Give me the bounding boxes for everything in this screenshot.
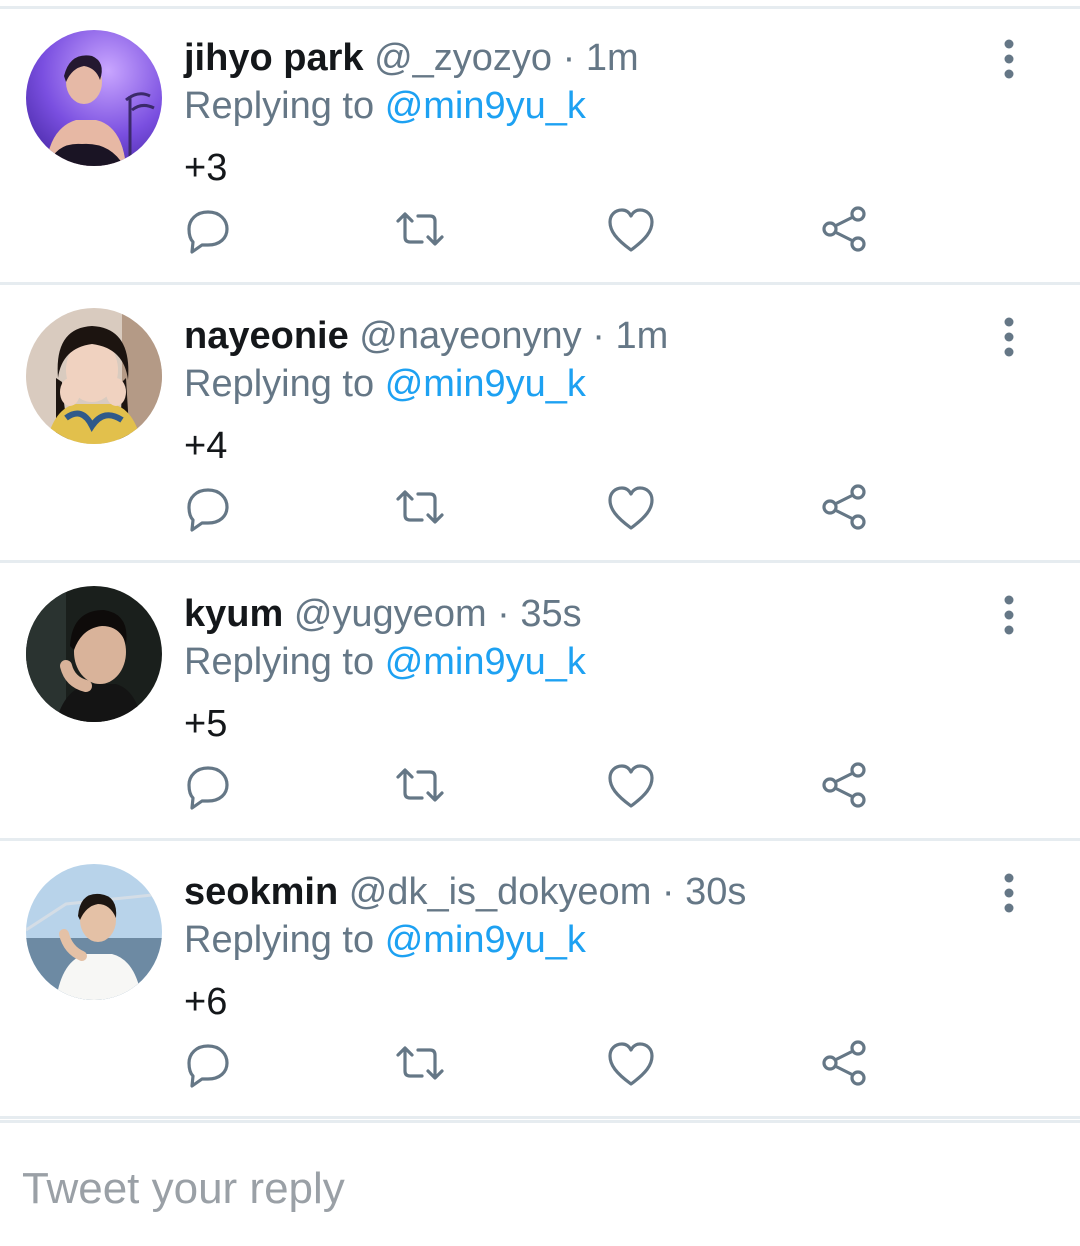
tweet-item[interactable]: kyum @yugyeom · 35s Replying to @min9yu_…: [0, 565, 1080, 841]
tweet-text: +5: [184, 703, 228, 745]
reply-icon[interactable]: [178, 199, 238, 259]
more-options-icon[interactable]: [992, 593, 1026, 639]
retweet-icon[interactable]: [390, 755, 450, 815]
user-handle[interactable]: @yugyeom: [294, 593, 487, 635]
tweet-actions: [0, 755, 1080, 819]
avatar[interactable]: [26, 308, 162, 444]
tweet-header: kyum @yugyeom · 35s: [184, 591, 582, 637]
tweet-header: seokmin @dk_is_dokyeom · 30s: [184, 869, 746, 915]
replying-to-label: Replying to: [184, 363, 375, 405]
timestamp[interactable]: 30s: [685, 871, 746, 913]
replying-to: Replying to @min9yu_k: [184, 639, 586, 685]
replying-to-label: Replying to: [184, 85, 375, 127]
retweet-icon[interactable]: [390, 199, 450, 259]
tweet-actions: [0, 477, 1080, 541]
mention-link[interactable]: @min9yu_k: [385, 363, 586, 405]
share-icon[interactable]: [814, 199, 874, 259]
more-options-icon[interactable]: [992, 315, 1026, 361]
display-name[interactable]: kyum: [184, 593, 283, 635]
tweet-actions: [0, 1033, 1080, 1097]
separator: ·: [562, 37, 576, 79]
display-name[interactable]: jihyo park: [184, 37, 364, 79]
replying-to: Replying to @min9yu_k: [184, 361, 586, 407]
like-icon[interactable]: [601, 199, 661, 259]
like-icon[interactable]: [601, 1033, 661, 1093]
user-handle[interactable]: @dk_is_dokyeom: [349, 871, 652, 913]
share-icon[interactable]: [814, 477, 874, 537]
separator: ·: [661, 871, 675, 913]
mention-link[interactable]: @min9yu_k: [385, 919, 586, 961]
user-handle[interactable]: @nayeonyny: [359, 315, 581, 357]
reply-icon[interactable]: [178, 477, 238, 537]
share-icon[interactable]: [814, 755, 874, 815]
avatar[interactable]: [26, 586, 162, 722]
tweet-text: +6: [184, 981, 228, 1023]
like-icon[interactable]: [601, 755, 661, 815]
tweet-actions: [0, 199, 1080, 263]
timestamp[interactable]: 1m: [586, 37, 639, 79]
timestamp[interactable]: 35s: [520, 593, 581, 635]
reply-composer: [0, 1120, 1080, 1246]
mention-link[interactable]: @min9yu_k: [385, 641, 586, 683]
separator: ·: [592, 315, 605, 357]
tweet-header: jihyo park @_zyozyo · 1m: [184, 35, 639, 81]
more-options-icon[interactable]: [992, 37, 1026, 83]
avatar[interactable]: [26, 30, 162, 166]
tweet-text: +4: [184, 425, 228, 467]
avatar[interactable]: [26, 864, 162, 1000]
mention-link[interactable]: @min9yu_k: [385, 85, 586, 127]
tweet-item[interactable]: seokmin @dk_is_dokyeom · 30s Replying to…: [0, 843, 1080, 1119]
replying-to: Replying to @min9yu_k: [184, 917, 586, 963]
tweet-text: +3: [184, 147, 228, 189]
like-icon[interactable]: [601, 477, 661, 537]
retweet-icon[interactable]: [390, 1033, 450, 1093]
share-icon[interactable]: [814, 1033, 874, 1093]
replying-to-label: Replying to: [184, 919, 375, 961]
reply-input[interactable]: [22, 1159, 1022, 1219]
separator: ·: [497, 593, 510, 635]
tweet-header: nayeonie @nayeonyny · 1m: [184, 313, 668, 359]
user-handle[interactable]: @_zyozyo: [374, 37, 552, 79]
tweet-item[interactable]: jihyo park @_zyozyo · 1m Replying to @mi…: [0, 9, 1080, 285]
display-name[interactable]: seokmin: [184, 871, 338, 913]
reply-icon[interactable]: [178, 1033, 238, 1093]
display-name[interactable]: nayeonie: [184, 315, 349, 357]
replying-to: Replying to @min9yu_k: [184, 83, 586, 129]
timestamp[interactable]: 1m: [615, 315, 668, 357]
retweet-icon[interactable]: [390, 477, 450, 537]
more-options-icon[interactable]: [992, 871, 1026, 917]
reply-icon[interactable]: [178, 755, 238, 815]
tweet-item[interactable]: nayeonie @nayeonyny · 1m Replying to @mi…: [0, 287, 1080, 563]
replying-to-label: Replying to: [184, 641, 375, 683]
